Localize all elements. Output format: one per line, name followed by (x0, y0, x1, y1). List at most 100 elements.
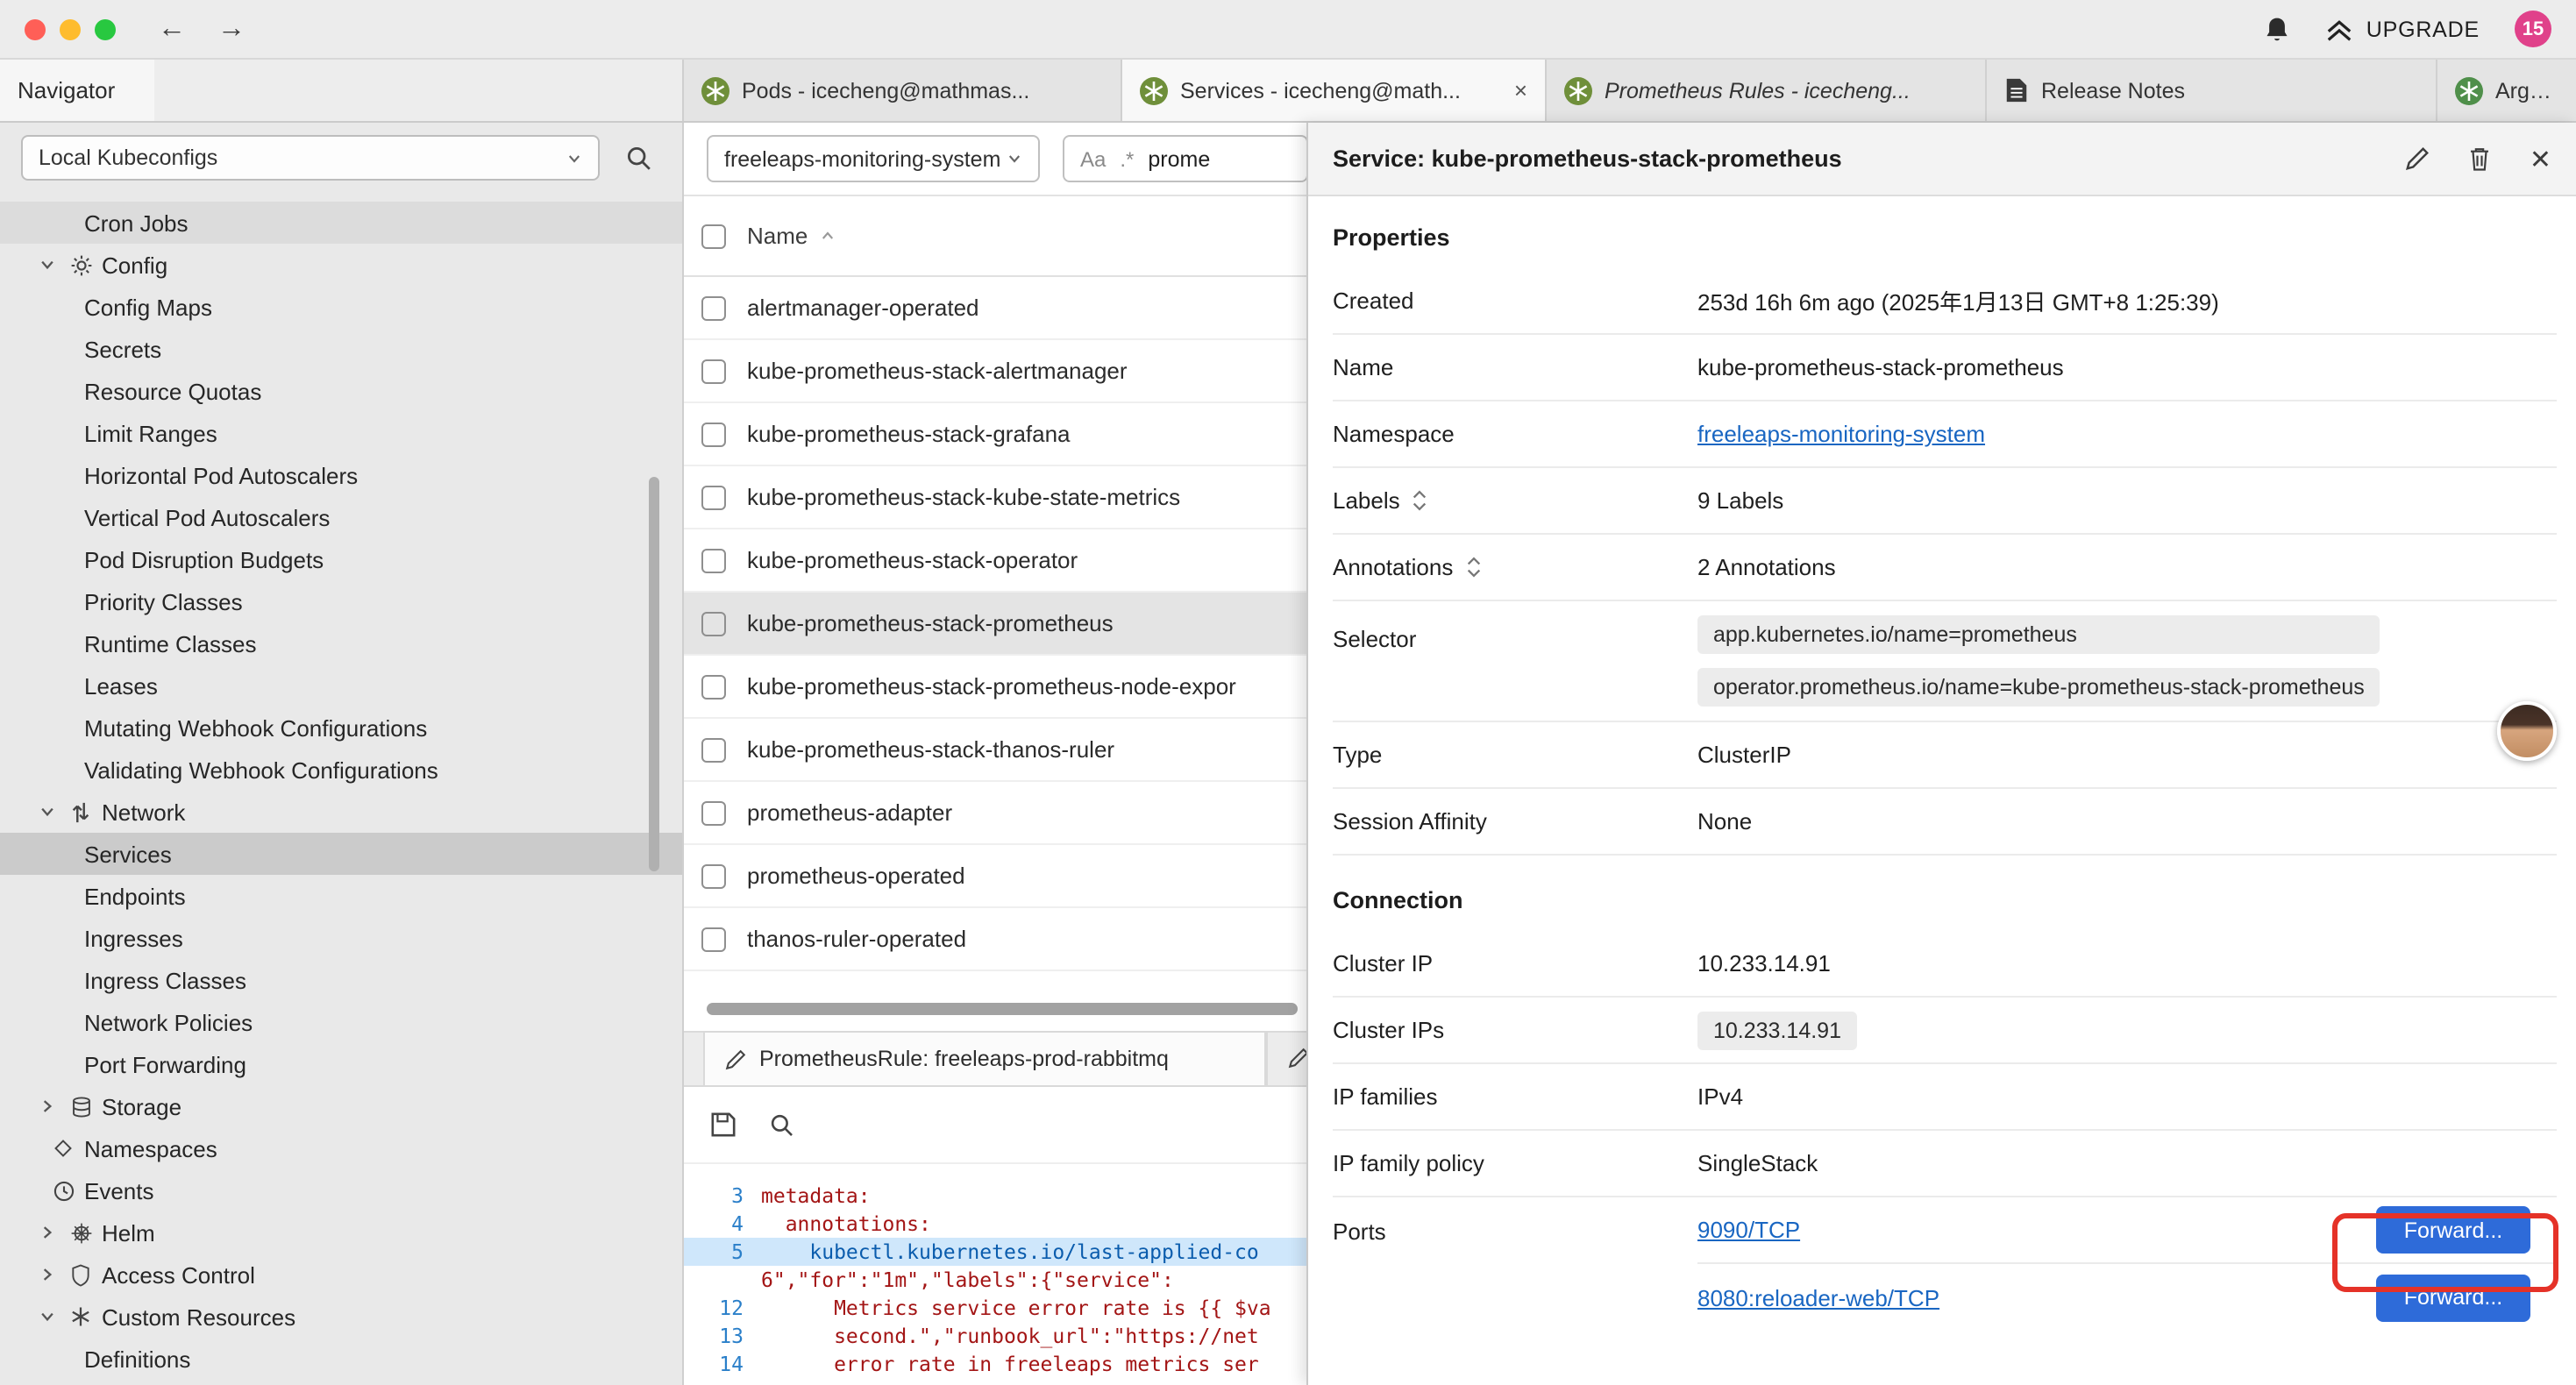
close-window-button[interactable] (25, 18, 46, 39)
sidebar-item-horizontal-pod-autoscalers[interactable]: Horizontal Pod Autoscalers (0, 454, 682, 496)
row-checkbox[interactable] (701, 737, 726, 762)
row-checkbox[interactable] (701, 863, 726, 888)
port-link-9090[interactable]: 9090/TCP (1697, 1217, 1800, 1243)
row-checkbox[interactable] (701, 359, 726, 383)
sidebar-item-config[interactable]: Config (0, 244, 682, 286)
kubeconfig-selector-value: Local Kubeconfigs (39, 146, 217, 170)
sidebar-item-helm[interactable]: Helm (0, 1211, 682, 1254)
sidebar-item-port-forwarding[interactable]: Port Forwarding (0, 1043, 682, 1085)
chevron-right-icon[interactable] (35, 1097, 60, 1115)
user-avatar[interactable] (2497, 701, 2557, 761)
row-checkbox[interactable] (701, 674, 726, 699)
tab-close-icon[interactable]: × (1504, 77, 1527, 103)
kubeconfig-selector[interactable]: Local Kubeconfigs (21, 135, 600, 181)
tab-release-notes[interactable]: Release Notes (1987, 60, 2437, 121)
chevron-right-icon[interactable] (35, 1266, 60, 1283)
chevron-right-icon[interactable] (35, 1224, 60, 1241)
sidebar-item-resource-quotas[interactable]: Resource Quotas (0, 370, 682, 412)
sidebar-item-mutating-webhook-configurations[interactable]: Mutating Webhook Configurations (0, 707, 682, 749)
tab-prometheus-rules[interactable]: Prometheus Rules - icecheng... (1547, 60, 1987, 121)
sidebar-item-namespaces[interactable]: Namespaces (0, 1127, 682, 1169)
sidebar-item-endpoints[interactable]: Endpoints (0, 875, 682, 917)
tab-argo[interactable]: Argo S (2437, 60, 2576, 121)
sidebar-item-priority-classes[interactable]: Priority Classes (0, 580, 682, 622)
close-icon[interactable]: ✕ (2530, 143, 2551, 174)
sidebar-item-label: Storage (102, 1093, 181, 1119)
sidebar-item-definitions[interactable]: Definitions (0, 1338, 682, 1380)
sidebar-item-access-control[interactable]: Access Control (0, 1254, 682, 1296)
tab-pods[interactable]: Pods - icecheng@mathmas... (684, 60, 1122, 121)
forward-button-8080[interactable]: Forward... (2376, 1274, 2530, 1321)
sidebar-item-storage[interactable]: Storage (0, 1085, 682, 1127)
chevron-down-icon[interactable] (35, 803, 60, 820)
property-row-name: Name kube-prometheus-stack-prometheus (1333, 335, 2557, 401)
row-checkbox[interactable] (701, 548, 726, 572)
asterisk-icon (63, 1306, 98, 1327)
back-button[interactable]: ← (158, 13, 186, 45)
sidebar-item-cron-jobs[interactable]: Cron Jobs (0, 202, 682, 244)
minimize-window-button[interactable] (60, 18, 81, 39)
sidebar-item-ingresses[interactable]: Ingresses (0, 917, 682, 959)
save-icon[interactable] (710, 1112, 737, 1138)
row-checkbox[interactable] (701, 800, 726, 825)
up-down-arrows-icon (63, 800, 98, 823)
sidebar-item-network[interactable]: Network (0, 791, 682, 833)
notifications-bell-icon[interactable] (2265, 15, 2291, 43)
service-name: thanos-ruler-operated (747, 926, 966, 952)
sidebar-scrollbar[interactable] (649, 477, 659, 871)
forward-button-9090[interactable]: Forward... (2376, 1206, 2530, 1254)
trash-icon[interactable] (2468, 146, 2493, 172)
regex-toggle[interactable]: .* (1120, 146, 1134, 171)
search-icon[interactable] (770, 1112, 794, 1137)
service-search-input[interactable]: Aa .* prome (1063, 135, 1308, 182)
chevron-down-icon[interactable] (35, 256, 60, 273)
sidebar-item-label: Ingress Classes (84, 967, 246, 993)
sidebar-item-network-policies[interactable]: Network Policies (0, 1001, 682, 1043)
port-row: 9090/TCP Forward... (1697, 1197, 2557, 1264)
editor-tab-prometheusrule[interactable]: PrometheusRule: freeleaps-prod-rabbitmq (703, 1031, 1266, 1085)
name-column-header[interactable]: Name (747, 223, 836, 249)
sidebar-item-leases[interactable]: Leases (0, 664, 682, 707)
sidebar-item-custom-resources[interactable]: Custom Resources (0, 1296, 682, 1338)
upgrade-button[interactable]: UPGRADE (2326, 17, 2480, 41)
connection-heading: Connection (1333, 856, 2557, 931)
search-icon[interactable] (616, 135, 661, 181)
namespace-link[interactable]: freeleaps-monitoring-system (1697, 421, 1985, 447)
sidebar-item-ingress-classes[interactable]: Ingress Classes (0, 959, 682, 1001)
match-case-toggle[interactable]: Aa (1080, 146, 1106, 171)
forward-button[interactable]: → (217, 13, 246, 45)
select-all-checkbox[interactable] (701, 224, 726, 248)
sidebar-item-limit-ranges[interactable]: Limit Ranges (0, 412, 682, 454)
notification-count-badge[interactable]: 15 (2515, 11, 2551, 47)
expand-collapse-icon[interactable] (1413, 489, 1428, 512)
row-checkbox[interactable] (701, 611, 726, 636)
property-label: Type (1333, 742, 1382, 768)
sidebar-item-validating-webhook-configurations[interactable]: Validating Webhook Configurations (0, 749, 682, 791)
chevron-down-icon[interactable] (35, 1308, 60, 1325)
sidebar-item-runtime-classes[interactable]: Runtime Classes (0, 622, 682, 664)
gear-icon (63, 253, 98, 276)
port-link-8080[interactable]: 8080:reloader-web/TCP (1697, 1284, 1939, 1310)
kubernetes-icon (1140, 76, 1168, 104)
edit-icon[interactable] (2405, 146, 2431, 172)
shield-icon (63, 1263, 98, 1286)
sidebar-item-label: Pod Disruption Budgets (84, 546, 324, 572)
sidebar-item-pod-disruption-budgets[interactable]: Pod Disruption Budgets (0, 538, 682, 580)
expand-collapse-icon[interactable] (1465, 556, 1481, 579)
row-checkbox[interactable] (701, 485, 726, 509)
tab-services[interactable]: Services - icecheng@math... × (1122, 60, 1547, 121)
property-value: 253d 16h 6m ago (2025年1月13日 GMT+8 1:25:3… (1697, 284, 2219, 317)
row-checkbox[interactable] (701, 927, 726, 951)
maximize-window-button[interactable] (95, 18, 116, 39)
sidebar-item-label: Definitions (84, 1346, 190, 1372)
sidebar-item-services[interactable]: Services (0, 833, 682, 875)
sidebar-item-vertical-pod-autoscalers[interactable]: Vertical Pod Autoscalers (0, 496, 682, 538)
kubernetes-icon (2455, 76, 2483, 104)
row-checkbox[interactable] (701, 295, 726, 320)
row-checkbox[interactable] (701, 422, 726, 446)
sidebar-item-config-maps[interactable]: Config Maps (0, 286, 682, 328)
namespace-filter-dropdown[interactable]: freeleaps-monitoring-system (707, 135, 1040, 182)
horizontal-scrollbar[interactable] (707, 1003, 1298, 1015)
sidebar-item-events[interactable]: Events (0, 1169, 682, 1211)
sidebar-item-secrets[interactable]: Secrets (0, 328, 682, 370)
